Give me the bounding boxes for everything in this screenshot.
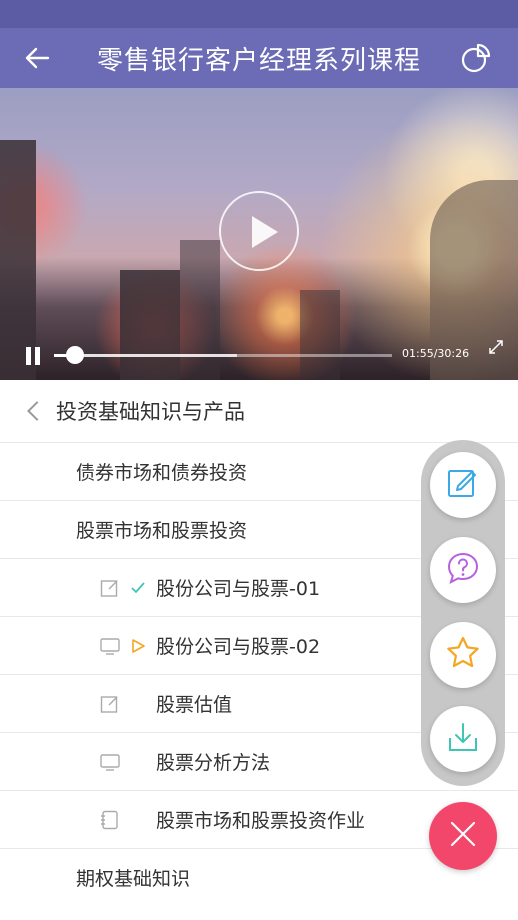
chapter-label: 股票市场和股票投资 [76, 520, 248, 542]
fullscreen-icon[interactable] [488, 339, 504, 355]
scene-building [0, 140, 36, 380]
scene-building [180, 240, 220, 380]
status-placeholder [130, 754, 146, 770]
video-player[interactable]: 01:55/30:26 [0, 88, 518, 380]
download-button[interactable] [430, 706, 496, 772]
status-placeholder [130, 812, 146, 828]
section-title: 投资基础知识与产品 [56, 400, 245, 424]
play-button[interactable] [219, 191, 299, 271]
favorite-button[interactable] [430, 622, 496, 688]
star-icon [444, 634, 482, 676]
question-button[interactable] [430, 537, 496, 603]
note-icon [446, 466, 480, 504]
note-button[interactable] [430, 452, 496, 518]
download-icon [446, 720, 480, 758]
pie-chart-icon[interactable] [460, 42, 492, 74]
edit-icon [100, 694, 120, 714]
check-icon [130, 580, 146, 596]
progress-knob[interactable] [66, 346, 85, 364]
chapter-label: 期权基础知识 [76, 868, 191, 890]
question-icon [445, 550, 481, 590]
lesson-label: 股份公司与股票-01 [156, 578, 321, 600]
section-header[interactable]: 投资基础知识与产品 [0, 380, 518, 443]
edit-icon [100, 578, 120, 598]
app-header: 零售银行客户经理系列课程 [0, 28, 518, 88]
arrow-left-icon[interactable] [22, 42, 54, 74]
lesson-label: 股份公司与股票-02 [156, 636, 321, 658]
progress-track[interactable] [54, 346, 392, 364]
scene-building [300, 290, 340, 380]
monitor-icon [100, 636, 120, 656]
pause-button[interactable] [26, 347, 40, 365]
scene-building [120, 270, 180, 380]
lesson-label: 股票市场和股票投资作业 [156, 810, 366, 832]
close-fab-button[interactable] [429, 802, 497, 870]
status-bar [0, 0, 518, 28]
chapter-label: 债券市场和债券投资 [76, 462, 248, 484]
page-title: 零售银行客户经理系列课程 [96, 45, 421, 76]
chevron-left-icon[interactable] [27, 401, 47, 421]
time-display: 01:55/30:26 [402, 347, 470, 360]
close-icon [448, 819, 478, 853]
lesson-label: 股票分析方法 [156, 752, 271, 774]
play-icon [130, 638, 146, 654]
lesson-label: 股票估值 [156, 694, 233, 716]
status-placeholder [130, 696, 146, 712]
monitor-icon [100, 752, 120, 772]
notebook-icon [100, 810, 120, 830]
